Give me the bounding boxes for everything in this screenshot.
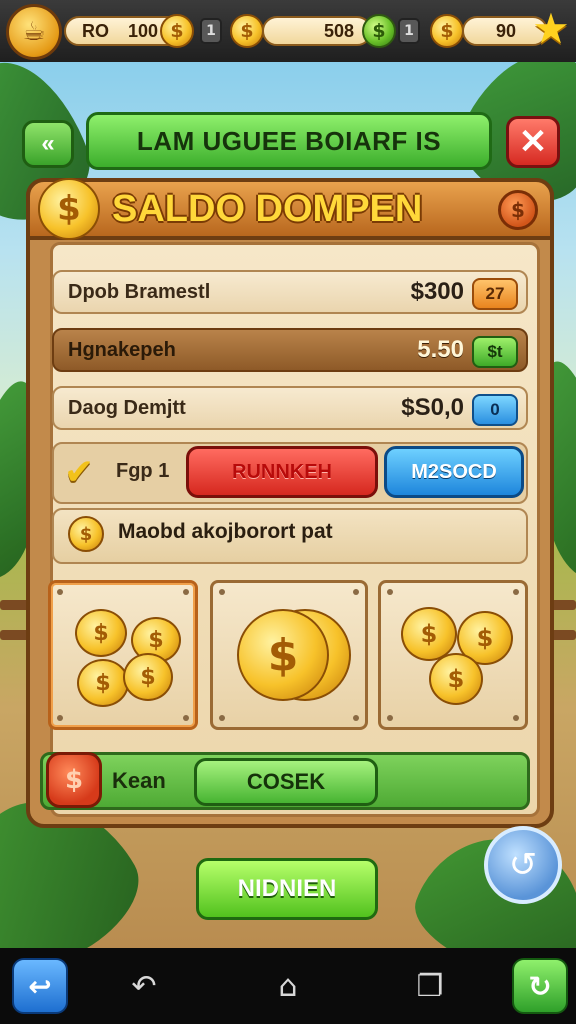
coin-icon: $ (230, 14, 264, 48)
nail (513, 589, 519, 595)
coin-pack-card-small[interactable]: $ $ $ $ (48, 580, 198, 730)
balance-row: Hgnakepeh 5.50 $t (52, 328, 528, 372)
row-tag-button[interactable]: 27 (472, 278, 518, 310)
nail (387, 715, 393, 721)
big-coin-icon: $ (237, 609, 329, 701)
resource-counter-2: 508 (262, 16, 372, 46)
star-icon[interactable]: ★ (530, 8, 572, 50)
main-action-button[interactable]: NIDNIEN (196, 858, 378, 920)
row-amount: $300 (410, 278, 464, 305)
row-label: Hgnakepeh (68, 338, 176, 361)
trophy-cup-icon[interactable]: ☕ (6, 4, 62, 60)
coin-pile-icon: $ (75, 609, 127, 657)
mini-count: 1 (398, 18, 420, 44)
row-tag-button[interactable]: $t (472, 336, 518, 368)
balance-row: Dpob Bramestl $300 27 (52, 270, 528, 314)
check-icon: ✔ (64, 452, 95, 493)
mini-count: 1 (200, 18, 222, 44)
close-icon[interactable]: ✕ (506, 116, 560, 168)
nav-home-icon[interactable]: ⌂ (268, 966, 308, 1006)
resource-bar: ☕ RO 100 $ 1 $ 508 $ 1 $ 90 ★ (0, 0, 576, 62)
blue-action-button[interactable]: M2SOCD (384, 446, 524, 498)
action-label: Fgp 1 (116, 460, 170, 482)
nail (219, 715, 225, 721)
coin-pack-card-pile[interactable]: $ $ $ (378, 580, 528, 730)
coin-pile-icon: $ (123, 653, 173, 701)
resource-label: RO (82, 20, 109, 41)
nav-back-icon[interactable]: ↶ (124, 966, 164, 1006)
coin-icon: $ (430, 14, 464, 48)
title-banner: LAM UGUEE BOIARF IS (86, 112, 492, 170)
nail (353, 589, 359, 595)
row-amount: $S0,0 (401, 394, 464, 421)
nail (183, 715, 189, 721)
panel-title: SALDO DOMPEN (112, 187, 423, 230)
nail (219, 589, 225, 595)
bottom-label: Kean (112, 768, 166, 793)
row-label: Daog Demjtt (68, 396, 186, 419)
coin-pile-icon: $ (429, 653, 483, 705)
nail (57, 589, 63, 595)
red-action-button[interactable]: RUNNKEH (186, 446, 378, 498)
resource-value: 508 (323, 20, 354, 41)
back-arrows-icon[interactable]: « (22, 120, 74, 168)
nail (57, 715, 63, 721)
row-tag-button[interactable]: 0 (472, 394, 518, 426)
check-button[interactable]: COSEK (194, 758, 378, 806)
refresh-icon[interactable]: ↺ (484, 826, 562, 904)
coin-icon: $ (38, 178, 100, 240)
nail (387, 589, 393, 595)
resource-value: 90 (496, 20, 517, 41)
coin-icon: $ (160, 14, 194, 48)
corner-refresh-icon[interactable]: ↻ (512, 958, 568, 1014)
nav-recents-icon[interactable]: ❐ (410, 966, 450, 1006)
coin-icon: $ (68, 516, 104, 552)
nail (183, 589, 189, 595)
info-badge-icon[interactable]: $ (498, 190, 538, 230)
green-coin-icon: $ (362, 14, 396, 48)
corner-back-icon[interactable]: ↩ (12, 958, 68, 1014)
nail (513, 715, 519, 721)
info-text: Maobd akojborort pat (118, 520, 333, 543)
row-label: Dpob Bramestl (68, 280, 211, 303)
balance-row: Daog Demjtt $S0,0 0 (52, 386, 528, 430)
row-amount: 5.50 (417, 336, 464, 363)
coin-badge-icon: $ (46, 752, 102, 808)
nail (353, 715, 359, 721)
resource-value: 100 (128, 20, 159, 41)
coin-pile-icon: $ (77, 659, 129, 707)
coin-pack-card-big[interactable]: $ (210, 580, 368, 730)
